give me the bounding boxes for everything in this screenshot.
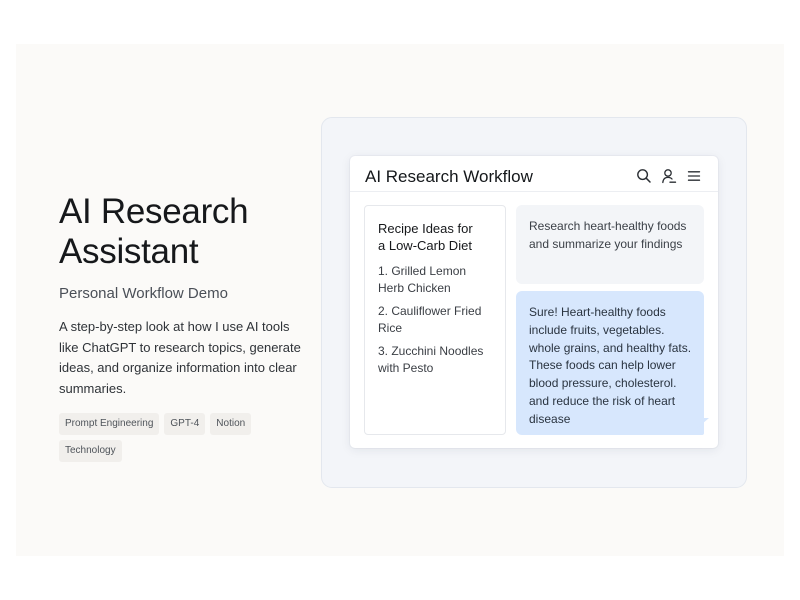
menu-icon[interactable]: [686, 168, 702, 184]
app-window: AI Research Workflow Recipe Ideas for a …: [350, 156, 718, 448]
recipe-card-title-line-1: Recipe Ideas for: [378, 221, 473, 236]
tag-notion[interactable]: Notion: [210, 413, 252, 435]
ai-message-bubble: Sure! Heart-healthy foods include fruits…: [516, 291, 704, 435]
ai-message-tail: [695, 418, 709, 430]
page-subtitle: Personal Workflow Demo: [59, 285, 228, 302]
page-background: AI Research Assistant Personal Workflow …: [16, 44, 784, 556]
preview-panel: AI Research Workflow Recipe Ideas for a …: [321, 117, 747, 488]
page-title-line-1: AI Research: [59, 192, 249, 231]
recipe-card-title: Recipe Ideas for a Low-Carb Diet: [378, 221, 493, 254]
page-description: A step-by-step look at how I use AI tool…: [59, 319, 301, 396]
recipe-list: 1. Grilled Lemon Herb Chicken 2. Caulifl…: [378, 263, 493, 377]
page-title-line-2: Assistant: [59, 232, 199, 271]
app-title: AI Research Workflow: [365, 167, 533, 186]
tag-gpt-4[interactable]: GPT-4: [164, 413, 206, 435]
search-icon[interactable]: [636, 168, 652, 184]
recipe-card: Recipe Ideas for a Low-Carb Diet 1. Gril…: [364, 205, 506, 435]
tag-list: Prompt Engineering GPT-4 Notion Technolo…: [59, 413, 279, 462]
app-header: AI Research Workflow: [350, 156, 718, 192]
user-message-bubble: Research heart-healthy foods and summari…: [516, 205, 704, 284]
recipe-list-item: 2. Cauliflower Fried Rice: [378, 304, 482, 335]
recipe-card-title-line-2: a Low-Carb Diet: [378, 237, 472, 253]
tag-technology[interactable]: Technology: [59, 440, 122, 462]
hero-section: AI Research Assistant Personal Workflow …: [59, 192, 319, 462]
tag-prompt-engineering[interactable]: Prompt Engineering: [59, 413, 160, 435]
recipe-list-item: 3. Zucchini Noodles with Pesto: [378, 344, 484, 375]
user-icon[interactable]: [661, 168, 677, 184]
page-title: AI Research Assistant: [59, 192, 319, 272]
recipe-list-item: 1. Grilled Lemon Herb Chicken: [378, 264, 467, 295]
